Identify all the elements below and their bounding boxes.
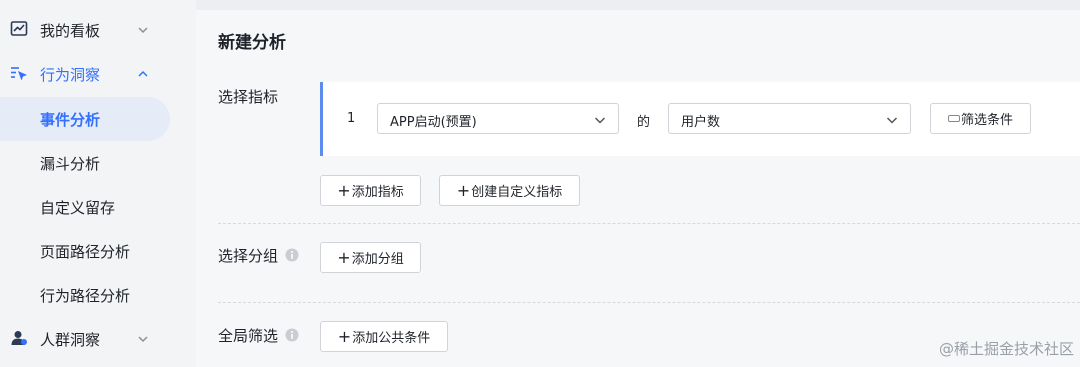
sidebar-item-label: 行为洞察 [40, 65, 101, 84]
metric-section-label: 选择指标 [218, 88, 279, 106]
event-select-value: APP启动(预置) [390, 115, 477, 130]
sidebar-item-label: 人群洞察 [40, 330, 101, 349]
add-metric-label: 添加指标 [351, 185, 404, 200]
event-select[interactable]: APP启动(预置) [377, 103, 619, 134]
filter-condition-button[interactable]: 筛选条件 [930, 103, 1031, 134]
sidebar-item-label: 我的看板 [40, 21, 101, 40]
watermark: @稀土掘金技术社区 [938, 340, 1074, 358]
metric-index: 1 [347, 111, 356, 126]
chevron-down-icon [138, 27, 148, 34]
measure-select-value: 用户数 [681, 115, 721, 130]
filter-condition-label: 筛选条件 [960, 113, 1013, 128]
sidebar: 我的看板 行为洞察 事件分析 漏斗分析 自定义留存 页面路径分析 行为路径分析 … [0, 0, 196, 367]
sidebar-item-label: 行为路径分析 [40, 286, 131, 305]
add-metric-button[interactable]: + 添加指标 [320, 175, 421, 206]
sidebar-item-event-analysis[interactable]: 事件分析 [0, 97, 170, 141]
plus-icon: + [337, 180, 351, 200]
plus-icon: + [456, 180, 471, 200]
sidebar-item-custom-retention[interactable]: 自定义留存 [0, 185, 170, 229]
of-text: 的 [637, 115, 651, 130]
add-public-condition-button[interactable]: + 添加公共条件 [320, 321, 448, 352]
measure-select[interactable]: 用户数 [668, 103, 911, 134]
sidebar-item-label: 事件分析 [40, 110, 101, 129]
top-strip [196, 0, 1080, 10]
sidebar-item-behavior-path-analysis[interactable]: 行为路径分析 [0, 273, 170, 317]
create-custom-metric-button[interactable]: + 创建自定义指标 [439, 175, 580, 206]
sidebar-item-label: 自定义留存 [40, 198, 116, 217]
page-title: 新建分析 [218, 33, 286, 53]
metric-row-card: 1 APP启动(预置) 的 用户数 筛选条件 [320, 82, 1080, 156]
filter-section-label: 全局筛选 [218, 327, 279, 345]
info-icon[interactable] [285, 248, 299, 262]
chevron-down-icon [594, 117, 606, 124]
sidebar-item-behavior-insight[interactable]: 行为洞察 [0, 52, 170, 96]
cursor-pointer-icon [11, 67, 27, 81]
plus-icon: + [337, 247, 351, 267]
main-panel: 新建分析 选择指标 1 APP启动(预置) 的 用户数 筛选条件 + 添加指标 … [196, 10, 1080, 367]
user-group-icon [11, 331, 27, 345]
info-icon[interactable] [285, 328, 299, 342]
chart-line-icon [10, 21, 28, 36]
plus-icon: + [337, 326, 352, 346]
app-root: 我的看板 行为洞察 事件分析 漏斗分析 自定义留存 页面路径分析 行为路径分析 … [0, 0, 1080, 367]
section-divider [218, 223, 1080, 224]
sidebar-item-funnel-analysis[interactable]: 漏斗分析 [0, 141, 170, 185]
chevron-up-icon [138, 70, 148, 77]
sidebar-item-crowd-insight[interactable]: 人群洞察 [0, 317, 170, 361]
sidebar-item-label: 页面路径分析 [40, 242, 131, 261]
sidebar-item-my-dashboard[interactable]: 我的看板 [0, 8, 170, 52]
section-divider [218, 302, 1080, 303]
add-group-label: 添加分组 [351, 252, 404, 267]
add-public-condition-label: 添加公共条件 [352, 331, 431, 346]
create-custom-metric-label: 创建自定义指标 [471, 185, 563, 200]
chevron-down-icon [138, 336, 148, 343]
chevron-down-icon [886, 117, 898, 124]
group-section-label: 选择分组 [218, 247, 279, 265]
add-group-button[interactable]: + 添加分组 [320, 242, 421, 273]
sidebar-item-page-path-analysis[interactable]: 页面路径分析 [0, 229, 170, 273]
sidebar-item-label: 漏斗分析 [40, 154, 101, 173]
filter-icon [947, 115, 960, 122]
